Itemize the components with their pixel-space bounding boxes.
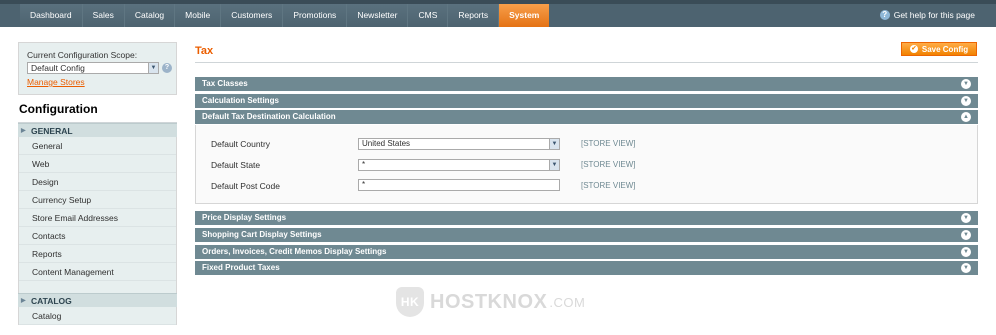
section-label: Default Tax Destination Calculation xyxy=(202,112,336,121)
section-label: Shopping Cart Display Settings xyxy=(202,230,322,239)
section-label: Price Display Settings xyxy=(202,213,287,222)
logo-shield-icon: HK xyxy=(396,287,424,317)
nav-mobile[interactable]: Mobile xyxy=(175,4,222,27)
sidebar-item-contacts[interactable]: Contacts xyxy=(19,227,176,245)
section-label: Calculation Settings xyxy=(202,96,279,105)
nav-cms[interactable]: CMS xyxy=(408,4,449,27)
save-config-label: Save Config xyxy=(921,44,969,54)
expand-icon: ▼ xyxy=(961,230,971,240)
sidebar-item-currency-setup[interactable]: Currency Setup xyxy=(19,191,176,209)
nav-catalog[interactable]: Catalog xyxy=(124,4,176,27)
sidebar-item-content-management[interactable]: Content Management xyxy=(19,263,176,281)
sidebar-group-catalog[interactable]: ▶ CATALOG xyxy=(18,293,177,307)
sidebar-group-items: Catalog xyxy=(18,307,177,325)
scope-label: Current Configuration Scope: xyxy=(27,50,138,60)
field-value: * xyxy=(362,160,366,169)
sidebar-group-label: CATALOG xyxy=(31,296,72,306)
help-link[interactable]: ? Get help for this page xyxy=(879,10,975,20)
check-icon: ✔ xyxy=(909,45,918,53)
nav-customers[interactable]: Customers xyxy=(221,4,284,27)
nav-dashboard[interactable]: Dashboard xyxy=(20,4,83,27)
nav-reports[interactable]: Reports xyxy=(448,4,500,27)
title-divider xyxy=(195,62,978,63)
chevron-down-icon: ▼ xyxy=(549,160,559,170)
triangle-right-icon: ▶ xyxy=(21,298,26,304)
sidebar-item-web[interactable]: Web xyxy=(19,155,176,173)
sidebar: Current Configuration Scope: Default Con… xyxy=(18,42,177,325)
top-navigation: Dashboard Sales Catalog Mobile Customers… xyxy=(0,0,996,27)
expand-icon: ▼ xyxy=(961,79,971,89)
watermark-suffix: .COM xyxy=(549,294,586,310)
sidebar-item-reports[interactable]: Reports xyxy=(19,245,176,263)
scope-switcher: Current Configuration Scope: Default Con… xyxy=(18,42,177,95)
section-label: Orders, Invoices, Credit Memos Display S… xyxy=(202,247,387,256)
nav-newsletter[interactable]: Newsletter xyxy=(347,4,409,27)
scope-badge: [STORE VIEW] xyxy=(581,139,636,148)
expand-icon: ▼ xyxy=(961,96,971,106)
field-label-default-state: Default State xyxy=(211,160,261,170)
section-price-display-settings[interactable]: Price Display Settings ▼ xyxy=(195,211,978,225)
nav-menu: Dashboard Sales Catalog Mobile Customers… xyxy=(20,4,550,27)
section-fixed-product-taxes[interactable]: Fixed Product Taxes ▼ xyxy=(195,261,978,275)
help-icon: ? xyxy=(879,10,890,20)
page-title: Tax xyxy=(195,45,214,57)
sidebar-item-catalog[interactable]: Catalog xyxy=(19,307,176,325)
tax-destination-fieldset: Default Country United States ▼ [STORE V… xyxy=(195,125,978,204)
nav-sales[interactable]: Sales xyxy=(82,4,125,27)
field-value: * xyxy=(362,180,366,189)
sidebar-item-general[interactable]: General xyxy=(19,137,176,155)
section-label: Fixed Product Taxes xyxy=(202,263,280,272)
manage-stores-link[interactable]: Manage Stores xyxy=(27,77,168,87)
field-label-default-country: Default Country xyxy=(211,139,271,149)
section-tax-classes[interactable]: Tax Classes ▼ xyxy=(195,77,978,91)
sidebar-spacer xyxy=(18,281,177,293)
help-icon[interactable]: ? xyxy=(162,63,172,73)
help-text: Get help for this page xyxy=(893,10,975,20)
field-label-default-post-code: Default Post Code xyxy=(211,181,280,191)
section-orders-invoices-display[interactable]: Orders, Invoices, Credit Memos Display S… xyxy=(195,245,978,259)
section-default-tax-destination[interactable]: Default Tax Destination Calculation ▲ xyxy=(195,110,978,126)
collapse-icon: ▲ xyxy=(961,112,971,122)
save-config-button[interactable]: ✔ Save Config xyxy=(901,42,977,56)
sidebar-group-label: GENERAL xyxy=(31,126,73,136)
sidebar-group-general[interactable]: ▶ GENERAL xyxy=(18,123,177,137)
sidebar-item-store-email-addresses[interactable]: Store Email Addresses xyxy=(19,209,176,227)
expand-icon: ▼ xyxy=(961,247,971,257)
watermark-brand: HOSTKNOX xyxy=(430,290,548,313)
scope-badge: [STORE VIEW] xyxy=(581,181,636,190)
default-post-code-input[interactable]: * xyxy=(358,179,560,191)
section-shopping-cart-display[interactable]: Shopping Cart Display Settings ▼ xyxy=(195,228,978,242)
triangle-right-icon: ▶ xyxy=(21,128,26,134)
section-label: Tax Classes xyxy=(202,79,248,88)
expand-icon: ▼ xyxy=(961,213,971,223)
scope-badge: [STORE VIEW] xyxy=(581,160,636,169)
chevron-down-icon: ▼ xyxy=(549,139,559,149)
nav-promotions[interactable]: Promotions xyxy=(283,4,348,27)
scope-value: Default Config xyxy=(31,63,85,73)
field-value: United States xyxy=(362,139,411,148)
chevron-down-icon: ▼ xyxy=(148,63,158,73)
default-country-select[interactable]: United States ▼ xyxy=(358,138,560,150)
default-state-select[interactable]: * ▼ xyxy=(358,159,560,171)
sidebar-group-items: General Web Design Currency Setup Store … xyxy=(18,137,177,281)
watermark: HK HOSTKNOX .COM xyxy=(396,287,585,317)
section-calculation-settings[interactable]: Calculation Settings ▼ xyxy=(195,94,978,108)
configuration-title: Configuration xyxy=(18,95,177,123)
expand-icon: ▼ xyxy=(961,263,971,273)
nav-system[interactable]: System xyxy=(499,4,550,27)
scope-select[interactable]: Default Config ▼ xyxy=(27,62,159,74)
sidebar-item-design[interactable]: Design xyxy=(19,173,176,191)
